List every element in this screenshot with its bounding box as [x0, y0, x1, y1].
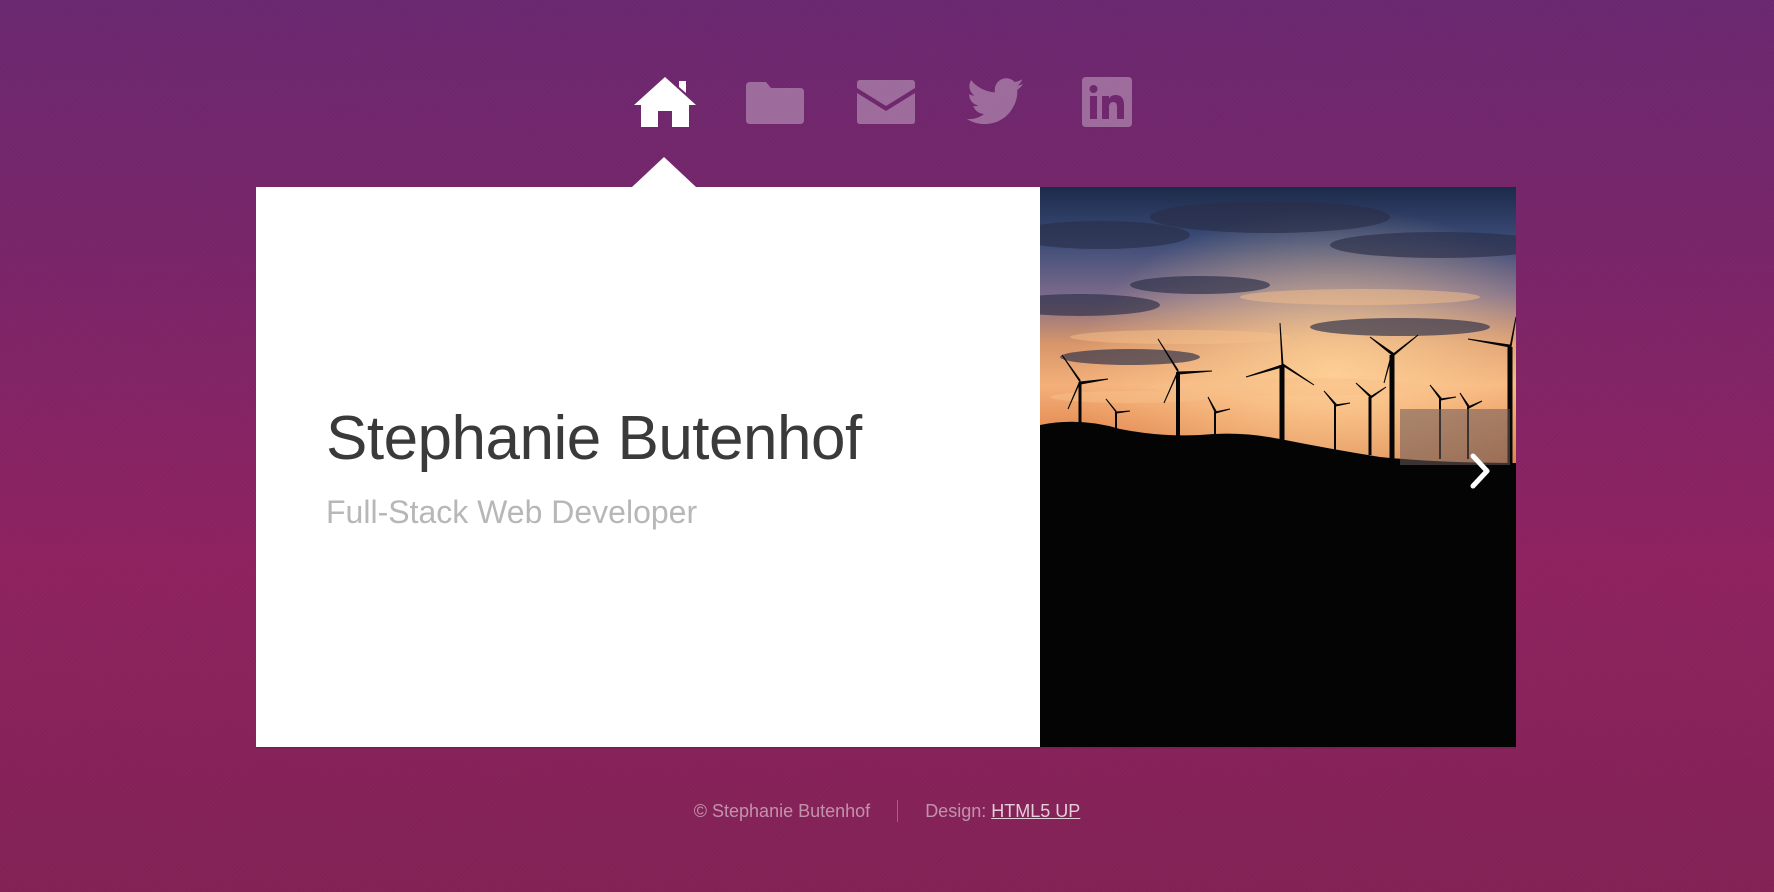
- main-nav: [0, 72, 1774, 136]
- chevron-right-icon: [1470, 453, 1490, 489]
- next-slide-button[interactable]: [1460, 449, 1500, 493]
- footer-divider: [897, 800, 899, 822]
- wind-turbines-sunset-image: [1040, 187, 1516, 747]
- hero-photo: [1040, 187, 1516, 747]
- folder-icon: [746, 82, 804, 124]
- nav-twitter[interactable]: [964, 72, 1028, 132]
- home-icon: [634, 77, 696, 127]
- copyright-text: © Stephanie Butenhof: [693, 801, 871, 821]
- design-label: Design:: [925, 801, 987, 821]
- nav-email[interactable]: [854, 72, 918, 132]
- nav-portfolio[interactable]: [743, 72, 807, 132]
- linkedin-icon: [1082, 77, 1132, 127]
- design-credit-link[interactable]: HTML5 UP: [991, 801, 1080, 821]
- profile-name: Stephanie Butenhof: [326, 404, 862, 473]
- profile-role: Full-Stack Web Developer: [326, 494, 698, 530]
- active-tab-pointer: [632, 157, 696, 187]
- twitter-icon: [967, 78, 1024, 125]
- intro-text: Stephanie Butenhof Full-Stack Web Develo…: [326, 187, 1026, 747]
- page-footer: © Stephanie Butenhof Design: HTML5 UP: [0, 800, 1774, 822]
- nav-home[interactable]: [633, 72, 697, 132]
- nav-linkedin[interactable]: [1075, 72, 1139, 132]
- envelope-icon: [857, 80, 915, 124]
- intro-panel: Stephanie Butenhof Full-Stack Web Develo…: [256, 187, 1516, 747]
